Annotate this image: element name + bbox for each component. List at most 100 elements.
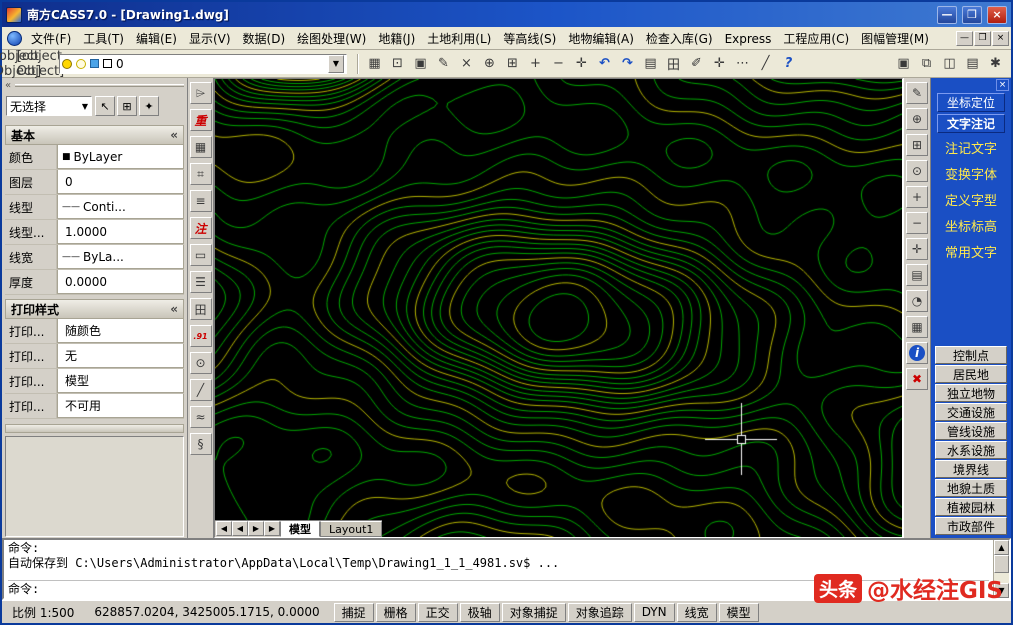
screen-menu-category[interactable]: 植被园林	[935, 498, 1007, 516]
menu-item[interactable]: 数据(D)	[237, 30, 292, 48]
zoom-out-icon[interactable]: −	[547, 52, 570, 75]
menu-item[interactable]: 绘图处理(W)	[291, 30, 372, 48]
menu-item[interactable]: 检查入库(G)	[640, 30, 719, 48]
options-icon[interactable]: ✱	[984, 52, 1007, 75]
mdi-close-button[interactable]: ×	[992, 31, 1009, 46]
property-value[interactable]: ——ByLa...	[57, 245, 184, 269]
status-toggle-button[interactable]: 对象追踪	[568, 603, 632, 622]
screen-menu-category[interactable]: 独立地物	[935, 384, 1007, 402]
help-icon[interactable]: ?	[777, 52, 800, 75]
menu-item[interactable]: Express	[719, 30, 778, 48]
zoom-window-icon[interactable]: ⊞	[906, 134, 928, 156]
menu-item[interactable]: 工具(T)	[77, 30, 130, 48]
grid-table-icon[interactable]: 田	[190, 298, 212, 320]
redo-icon[interactable]: ↷	[616, 52, 639, 75]
status-toggle-button[interactable]: 捕捉	[334, 603, 374, 622]
screen-menu-category[interactable]: 地貌土质	[935, 479, 1007, 497]
undo-icon[interactable]: ↶	[593, 52, 616, 75]
screen-menu-subitem[interactable]: 坐标标高	[933, 212, 1009, 238]
menu-item[interactable]: 显示(V)	[183, 30, 237, 48]
scale-indicator[interactable]: 比例 1:500	[6, 604, 80, 621]
move-icon[interactable]: ✛	[708, 52, 731, 75]
property-value[interactable]: 随颜色	[57, 319, 184, 343]
property-value[interactable]: 0	[57, 170, 184, 194]
property-value[interactable]: 1.0000	[57, 220, 184, 244]
tab-nav-button[interactable]: ▶	[248, 521, 264, 536]
screen-menu-category[interactable]: 交通设施	[935, 403, 1007, 421]
screen-menu-category[interactable]: 居民地	[935, 365, 1007, 383]
draworder-icon[interactable]: ▤	[639, 52, 662, 75]
multiline-icon[interactable]: ☰	[190, 271, 212, 293]
screen-menu-category[interactable]: 水系设施	[935, 441, 1007, 459]
status-toggle-button[interactable]: 栅格	[376, 603, 416, 622]
property-value[interactable]: ■ByLayer	[57, 145, 184, 169]
select-objects-icon[interactable]: ↖	[95, 96, 115, 116]
slope-line-icon[interactable]: ╱	[190, 379, 212, 401]
sketch-pen-icon[interactable]: ✐	[685, 52, 708, 75]
pan-icon[interactable]: ✛	[570, 52, 593, 75]
snap-grid-icon[interactable]: ▦	[363, 52, 386, 75]
maximize-button[interactable]: ❒	[962, 6, 982, 24]
zoom-window-icon[interactable]: ⊞	[501, 52, 524, 75]
screen-menu-category[interactable]: 管线设施	[935, 422, 1007, 440]
menu-text-annotation[interactable]: 文字注记	[937, 114, 1005, 133]
annotate-icon[interactable]: 注	[190, 217, 212, 239]
zoom-realtime-icon[interactable]: ⊕	[906, 108, 928, 130]
layer-states-icon[interactable]: [object Object]	[29, 52, 52, 75]
draw-symbol-icon[interactable]: ⌲	[190, 82, 212, 104]
mdi-restore-button[interactable]: ❒	[974, 31, 991, 46]
array-icon[interactable]: ▦	[190, 136, 212, 158]
pan-icon[interactable]: ✛	[906, 238, 928, 260]
toggle-pickadd-icon[interactable]: ✦	[139, 96, 159, 116]
zoom-realtime-icon[interactable]: ⊕	[478, 52, 501, 75]
layer-combo-dropdown[interactable]: ▼	[328, 55, 344, 73]
app-icon[interactable]	[6, 7, 22, 23]
close-button[interactable]: ×	[987, 6, 1007, 24]
window-tile-icon[interactable]: ▣	[892, 52, 915, 75]
breakline-icon[interactable]: ╱	[754, 52, 777, 75]
menu-item[interactable]: 图幅管理(M)	[855, 30, 935, 48]
tool-palette-icon[interactable]: ▤	[961, 52, 984, 75]
divide-icon[interactable]: ⋯	[731, 52, 754, 75]
property-value[interactable]: 无	[57, 344, 184, 368]
screen-menu-subitem[interactable]: 常用文字	[933, 238, 1009, 264]
quick-select-icon[interactable]: ⊞	[117, 96, 137, 116]
plan-view-icon[interactable]: ▦	[906, 316, 928, 338]
status-toggle-button[interactable]: 线宽	[677, 603, 717, 622]
redraw-icon[interactable]: ✎	[906, 82, 928, 104]
status-toggle-button[interactable]: DYN	[634, 603, 675, 622]
menu-item[interactable]: 文件(F)	[25, 30, 77, 48]
palette-collapse-icon[interactable]: «	[5, 80, 11, 91]
section-header-basic[interactable]: 基本 «	[5, 125, 184, 145]
tab-model[interactable]: 模型	[280, 521, 320, 537]
menu-item[interactable]: 等高线(S)	[497, 30, 562, 48]
status-toggle-button[interactable]: 对象捕捉	[502, 603, 566, 622]
named-views-icon[interactable]: ▤	[906, 264, 928, 286]
delete-icon[interactable]: ✖	[906, 368, 928, 390]
screen-menu-category[interactable]: 境界线	[935, 460, 1007, 478]
tab-nav-button[interactable]: ◀	[232, 521, 248, 536]
zoom-out-icon[interactable]: −	[906, 212, 928, 234]
screen-menu-category[interactable]: 控制点	[935, 346, 1007, 364]
status-toggle-button[interactable]: 极轴	[460, 603, 500, 622]
info-icon[interactable]: i	[906, 342, 928, 364]
minimize-button[interactable]: —	[937, 6, 957, 24]
status-toggle-button[interactable]: 模型	[719, 603, 759, 622]
screen-menu-subitem[interactable]: 变换字体	[933, 160, 1009, 186]
section-header-plot[interactable]: 打印样式 «	[5, 299, 184, 319]
tab-layout1[interactable]: Layout1	[320, 521, 382, 537]
zoom-in-icon[interactable]: +	[524, 52, 547, 75]
zoom-previous-icon[interactable]: ⊙	[906, 160, 928, 182]
layer-combo[interactable]: 0 ▼	[59, 54, 347, 74]
screen-menu-subitem[interactable]: 注记文字	[933, 134, 1009, 160]
table-icon[interactable]: 田	[662, 52, 685, 75]
status-toggle-button[interactable]: 正交	[418, 603, 458, 622]
rectangle-icon[interactable]: ▭	[190, 244, 212, 266]
panel-close-icon[interactable]: ×	[996, 79, 1009, 91]
property-value[interactable]: 不可用	[57, 394, 184, 418]
menu-item[interactable]: 地物编辑(A)	[562, 30, 640, 48]
document-icon[interactable]	[7, 31, 22, 46]
zoom-in-icon[interactable]: +	[906, 186, 928, 208]
menu-item[interactable]: 工程应用(C)	[777, 30, 855, 48]
pickbox-icon[interactable]: ⊡	[386, 52, 409, 75]
